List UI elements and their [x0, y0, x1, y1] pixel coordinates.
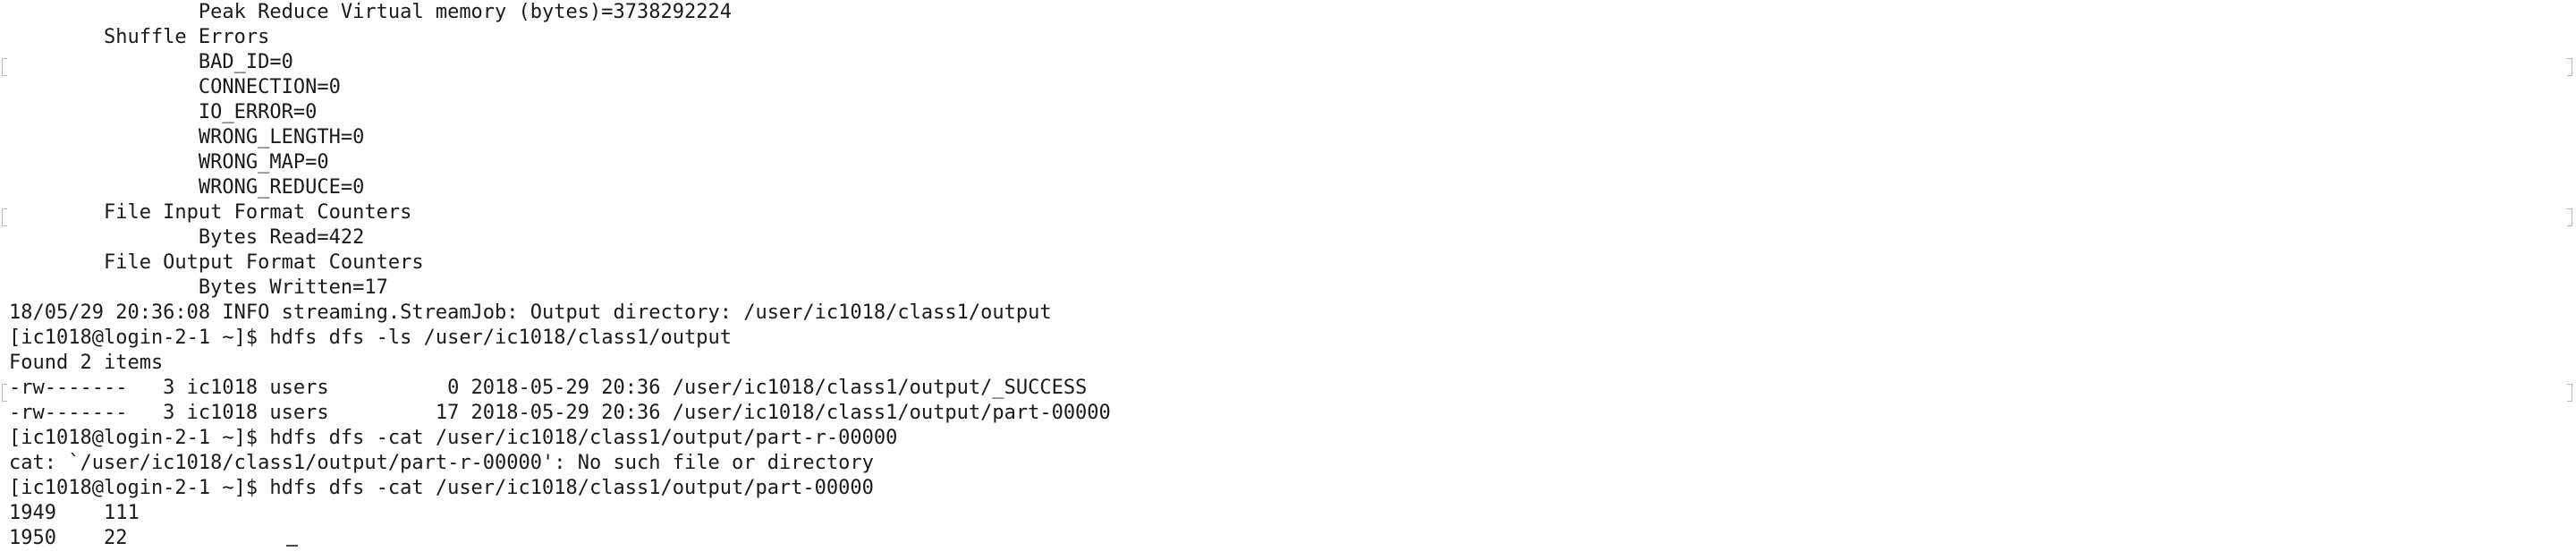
terminal-line: WRONG_MAP=0 [9, 151, 329, 174]
mark-bracket-left [2, 58, 7, 76]
mark-bracket-right [2567, 58, 2572, 76]
terminal-error-line: cat: `/user/ic1018/class1/output/part-r-… [9, 452, 874, 474]
text-cursor [286, 545, 298, 547]
terminal-window[interactable]: Peak Reduce Virtual memory (bytes)=37382… [0, 0, 2576, 560]
terminal-line: File Input Format Counters [9, 201, 412, 224]
terminal-line: Peak Reduce Virtual memory (bytes)=37382… [9, 1, 732, 23]
mark-bracket-left [2, 384, 7, 402]
terminal-line: IO_ERROR=0 [9, 101, 318, 123]
terminal-prompt-line: [ic1018@login-2-1 ~]$ hdfs dfs -cat /use… [9, 477, 874, 499]
terminal-line: File Output Format Counters [9, 251, 424, 274]
terminal-prompt-line: [ic1018@login-2-1 ~]$ hdfs dfs -ls /user… [9, 327, 732, 349]
mark-bracket-left [2, 208, 7, 226]
terminal-line: Bytes Written=17 [9, 276, 388, 299]
mark-bracket-right [2567, 384, 2572, 402]
terminal-line: -rw------- 3 ic1018 users 0 2018-05-29 2… [9, 377, 1088, 399]
terminal-line: Shuffle Errors [9, 26, 270, 48]
terminal-line: CONNECTION=0 [9, 76, 341, 98]
terminal-prompt-line: [ic1018@login-2-1 ~]$ hdfs dfs -cat /use… [9, 427, 898, 449]
terminal-line: 1950 22 [9, 527, 128, 549]
terminal-line: 1949 111 [9, 502, 140, 524]
terminal-line: WRONG_LENGTH=0 [9, 126, 365, 148]
mark-bracket-right [2567, 208, 2572, 226]
terminal-line: 18/05/29 20:36:08 INFO streaming.StreamJ… [9, 301, 1052, 324]
terminal-line: BAD_ID=0 [9, 51, 293, 73]
terminal-line: Found 2 items [9, 352, 164, 374]
terminal-line: Bytes Read=422 [9, 226, 365, 249]
terminal-line: -rw------- 3 ic1018 users 17 2018-05-29 … [9, 402, 1111, 424]
terminal-line: WRONG_REDUCE=0 [9, 176, 365, 199]
